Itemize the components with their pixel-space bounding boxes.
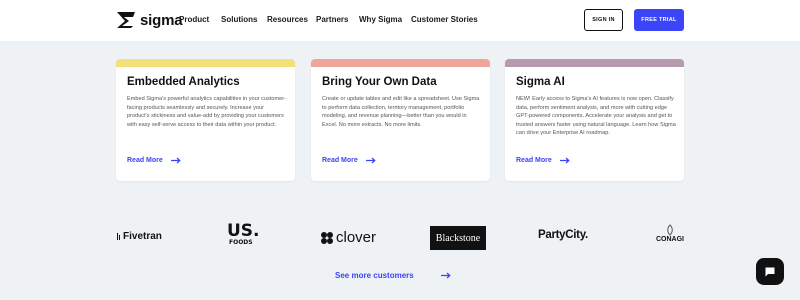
read-more-link[interactable]: Read More	[322, 157, 376, 164]
read-more-label: Read More	[322, 157, 358, 164]
card-accent-bar	[116, 59, 295, 67]
card-title: Bring Your Own Data	[322, 76, 437, 88]
card-sigma-ai: Sigma AI NEW! Early access to Sigma's AI…	[505, 59, 684, 181]
free-trial-button[interactable]: FREE TRIAL	[634, 9, 684, 31]
card-accent-bar	[311, 59, 490, 67]
conagra-mark-icon	[667, 224, 673, 236]
partycity-logo: PartyCity.	[538, 229, 588, 241]
customer-logos: Fivetran US. FOODS clover Blackstone Par…	[0, 221, 800, 252]
arrow-right-icon	[365, 157, 376, 164]
card-body: Create or update tables and edit like a …	[322, 96, 480, 128]
card-body: Embed Sigma's powerful analytics capabil…	[127, 96, 287, 128]
sigma-logo-icon	[117, 12, 135, 28]
read-more-label: Read More	[516, 157, 552, 164]
conagra-text: CONAGI	[656, 236, 684, 243]
see-more-customers-link[interactable]: See more customers	[335, 271, 451, 280]
read-more-label: Read More	[127, 157, 163, 164]
card-title: Embedded Analytics	[127, 76, 240, 88]
read-more-link[interactable]: Read More	[516, 157, 570, 164]
usfoods-main-text: US.	[227, 221, 260, 241]
clover-mark-icon	[321, 231, 333, 244]
chat-icon	[765, 267, 775, 276]
arrow-right-icon	[170, 157, 181, 164]
nav-resources[interactable]: Resources	[267, 15, 308, 24]
chat-button[interactable]	[756, 258, 784, 285]
nav-solutions[interactable]: Solutions	[221, 15, 257, 24]
see-more-label: See more customers	[335, 271, 414, 280]
blackstone-logo: Blackstone	[430, 226, 486, 250]
card-title: Sigma AI	[516, 76, 565, 88]
blackstone-text: Blackstone	[435, 232, 481, 244]
sigma-logo[interactable]: sigma	[116, 11, 183, 29]
card-accent-bar	[505, 59, 684, 67]
logo-text: sigma	[140, 11, 183, 29]
card-embedded-analytics: Embedded Analytics Embed Sigma's powerfu…	[116, 59, 295, 181]
fivetran-text: Fivetran	[123, 231, 162, 242]
nav-product[interactable]: Product	[179, 15, 209, 24]
usfoods-sub-text: FOODS	[229, 239, 253, 246]
sign-in-button[interactable]: SIGN IN	[584, 9, 623, 31]
card-body: NEW! Early access to Sigma's AI features…	[516, 96, 676, 137]
nav-customer-stories[interactable]: Customer Stories	[411, 15, 478, 24]
clover-text: clover	[336, 229, 377, 246]
arrow-right-icon	[440, 272, 451, 279]
site-header: sigma Product Solutions Resources Partne…	[0, 0, 800, 41]
conagra-logo: CONAGI	[656, 224, 684, 243]
clover-logo: clover	[320, 229, 376, 246]
nav-partners[interactable]: Partners	[316, 15, 348, 24]
partycity-text: PartyCity.	[538, 229, 588, 241]
fivetran-mark-icon	[117, 233, 120, 240]
fivetran-logo: Fivetran	[116, 231, 162, 242]
usfoods-logo: US. FOODS	[227, 221, 260, 247]
card-bring-your-own-data: Bring Your Own Data Create or update tab…	[311, 59, 490, 181]
nav-why-sigma[interactable]: Why Sigma	[359, 15, 402, 24]
read-more-link[interactable]: Read More	[127, 157, 181, 164]
arrow-right-icon	[559, 157, 570, 164]
